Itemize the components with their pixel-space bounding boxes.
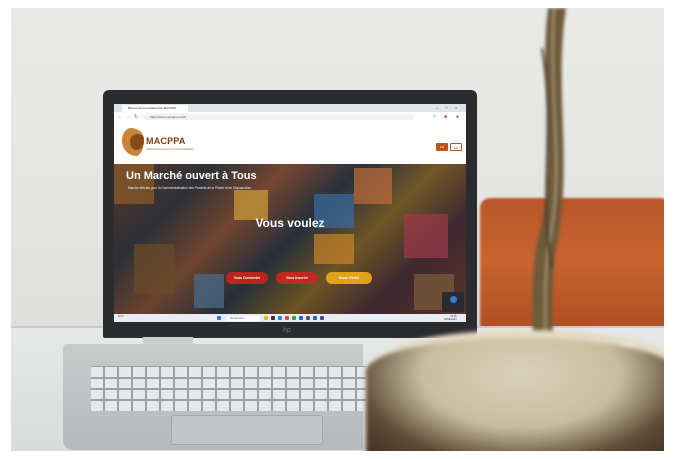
plant-pot bbox=[366, 338, 664, 451]
hero-subtitle: Marché Africain pour la Commercialisatio… bbox=[128, 186, 252, 190]
browser-tab[interactable]: Bienvenue à la plateforme MACPPA × bbox=[122, 105, 188, 112]
start-icon[interactable] bbox=[217, 316, 221, 320]
visit-button[interactable]: Nous Visiter bbox=[326, 272, 372, 284]
browser-tab-bar: Bienvenue à la plateforme MACPPA × – □ × bbox=[114, 104, 466, 112]
key-row-divider bbox=[91, 399, 366, 401]
windows-taskbar: 30°C Rechercher 14:05 02/08/2024 bbox=[114, 314, 466, 322]
notification-popup[interactable] bbox=[442, 292, 464, 312]
profile-icon[interactable]: ● bbox=[456, 113, 459, 121]
star-icon[interactable]: ☆ bbox=[432, 113, 436, 121]
hero-banner: Un Marché ouvert à Tous Marché Africain … bbox=[114, 164, 466, 314]
logo-tagline: Marché Africain pour la Commercialisatio… bbox=[147, 148, 194, 151]
teams-icon[interactable] bbox=[320, 316, 324, 320]
mosaic-tile bbox=[194, 274, 224, 308]
chrome-icon[interactable] bbox=[292, 316, 296, 320]
header-button-fr[interactable]: FR bbox=[436, 143, 448, 151]
store-icon[interactable] bbox=[285, 316, 289, 320]
weather-widget[interactable]: 30°C bbox=[118, 315, 124, 318]
laptop-screen: Bienvenue à la plateforme MACPPA × – □ ×… bbox=[114, 104, 466, 322]
outlook-icon[interactable] bbox=[313, 316, 317, 320]
bing-icon bbox=[450, 296, 457, 303]
reload-icon[interactable]: ↻ bbox=[134, 113, 138, 121]
url-input[interactable]: https://www.macppa.com/fr bbox=[144, 114, 414, 120]
site-header: MACPPA Marché Africain pour la Commercia… bbox=[114, 122, 466, 164]
mosaic-tile bbox=[134, 244, 174, 294]
touchpad bbox=[171, 415, 323, 445]
taskbar-clock[interactable]: 14:05 02/08/2024 bbox=[444, 315, 457, 321]
laptop-brand-logo: hp bbox=[283, 327, 291, 334]
mosaic-tile bbox=[354, 168, 392, 204]
taskview-icon[interactable] bbox=[271, 316, 275, 320]
header-button-en[interactable]: EN bbox=[450, 143, 462, 151]
extension-icon[interactable]: ■ bbox=[444, 113, 447, 121]
maximize-icon[interactable]: □ bbox=[445, 105, 447, 111]
word-icon[interactable] bbox=[299, 316, 303, 320]
mosaic-tile bbox=[314, 234, 354, 264]
clock-date: 02/08/2024 bbox=[444, 318, 457, 321]
key-row-divider bbox=[91, 377, 366, 379]
register-button[interactable]: Vous Inscrire bbox=[276, 272, 318, 284]
tab-title: Bienvenue à la plateforme MACPPA bbox=[128, 106, 177, 110]
photo-scene: hp Bienvenue à la plateforme MACPPA × – … bbox=[11, 8, 664, 451]
logo-name[interactable]: MACPPA bbox=[146, 136, 186, 146]
minimize-icon[interactable]: – bbox=[436, 105, 438, 111]
app-icon[interactable] bbox=[306, 316, 310, 320]
edge-icon[interactable] bbox=[278, 316, 282, 320]
back-icon[interactable]: ← bbox=[118, 113, 123, 121]
hero-headline: Vous voulez bbox=[255, 216, 325, 230]
forward-icon[interactable]: → bbox=[126, 113, 131, 121]
key-row-divider bbox=[91, 388, 366, 390]
hero-title: Un Marché ouvert à Tous bbox=[126, 170, 257, 182]
taskbar-search[interactable]: Rechercher bbox=[226, 315, 260, 321]
login-button[interactable]: Vous Connecter bbox=[226, 272, 268, 284]
close-window-icon[interactable]: × bbox=[455, 105, 457, 111]
file-explorer-icon[interactable] bbox=[264, 316, 268, 320]
